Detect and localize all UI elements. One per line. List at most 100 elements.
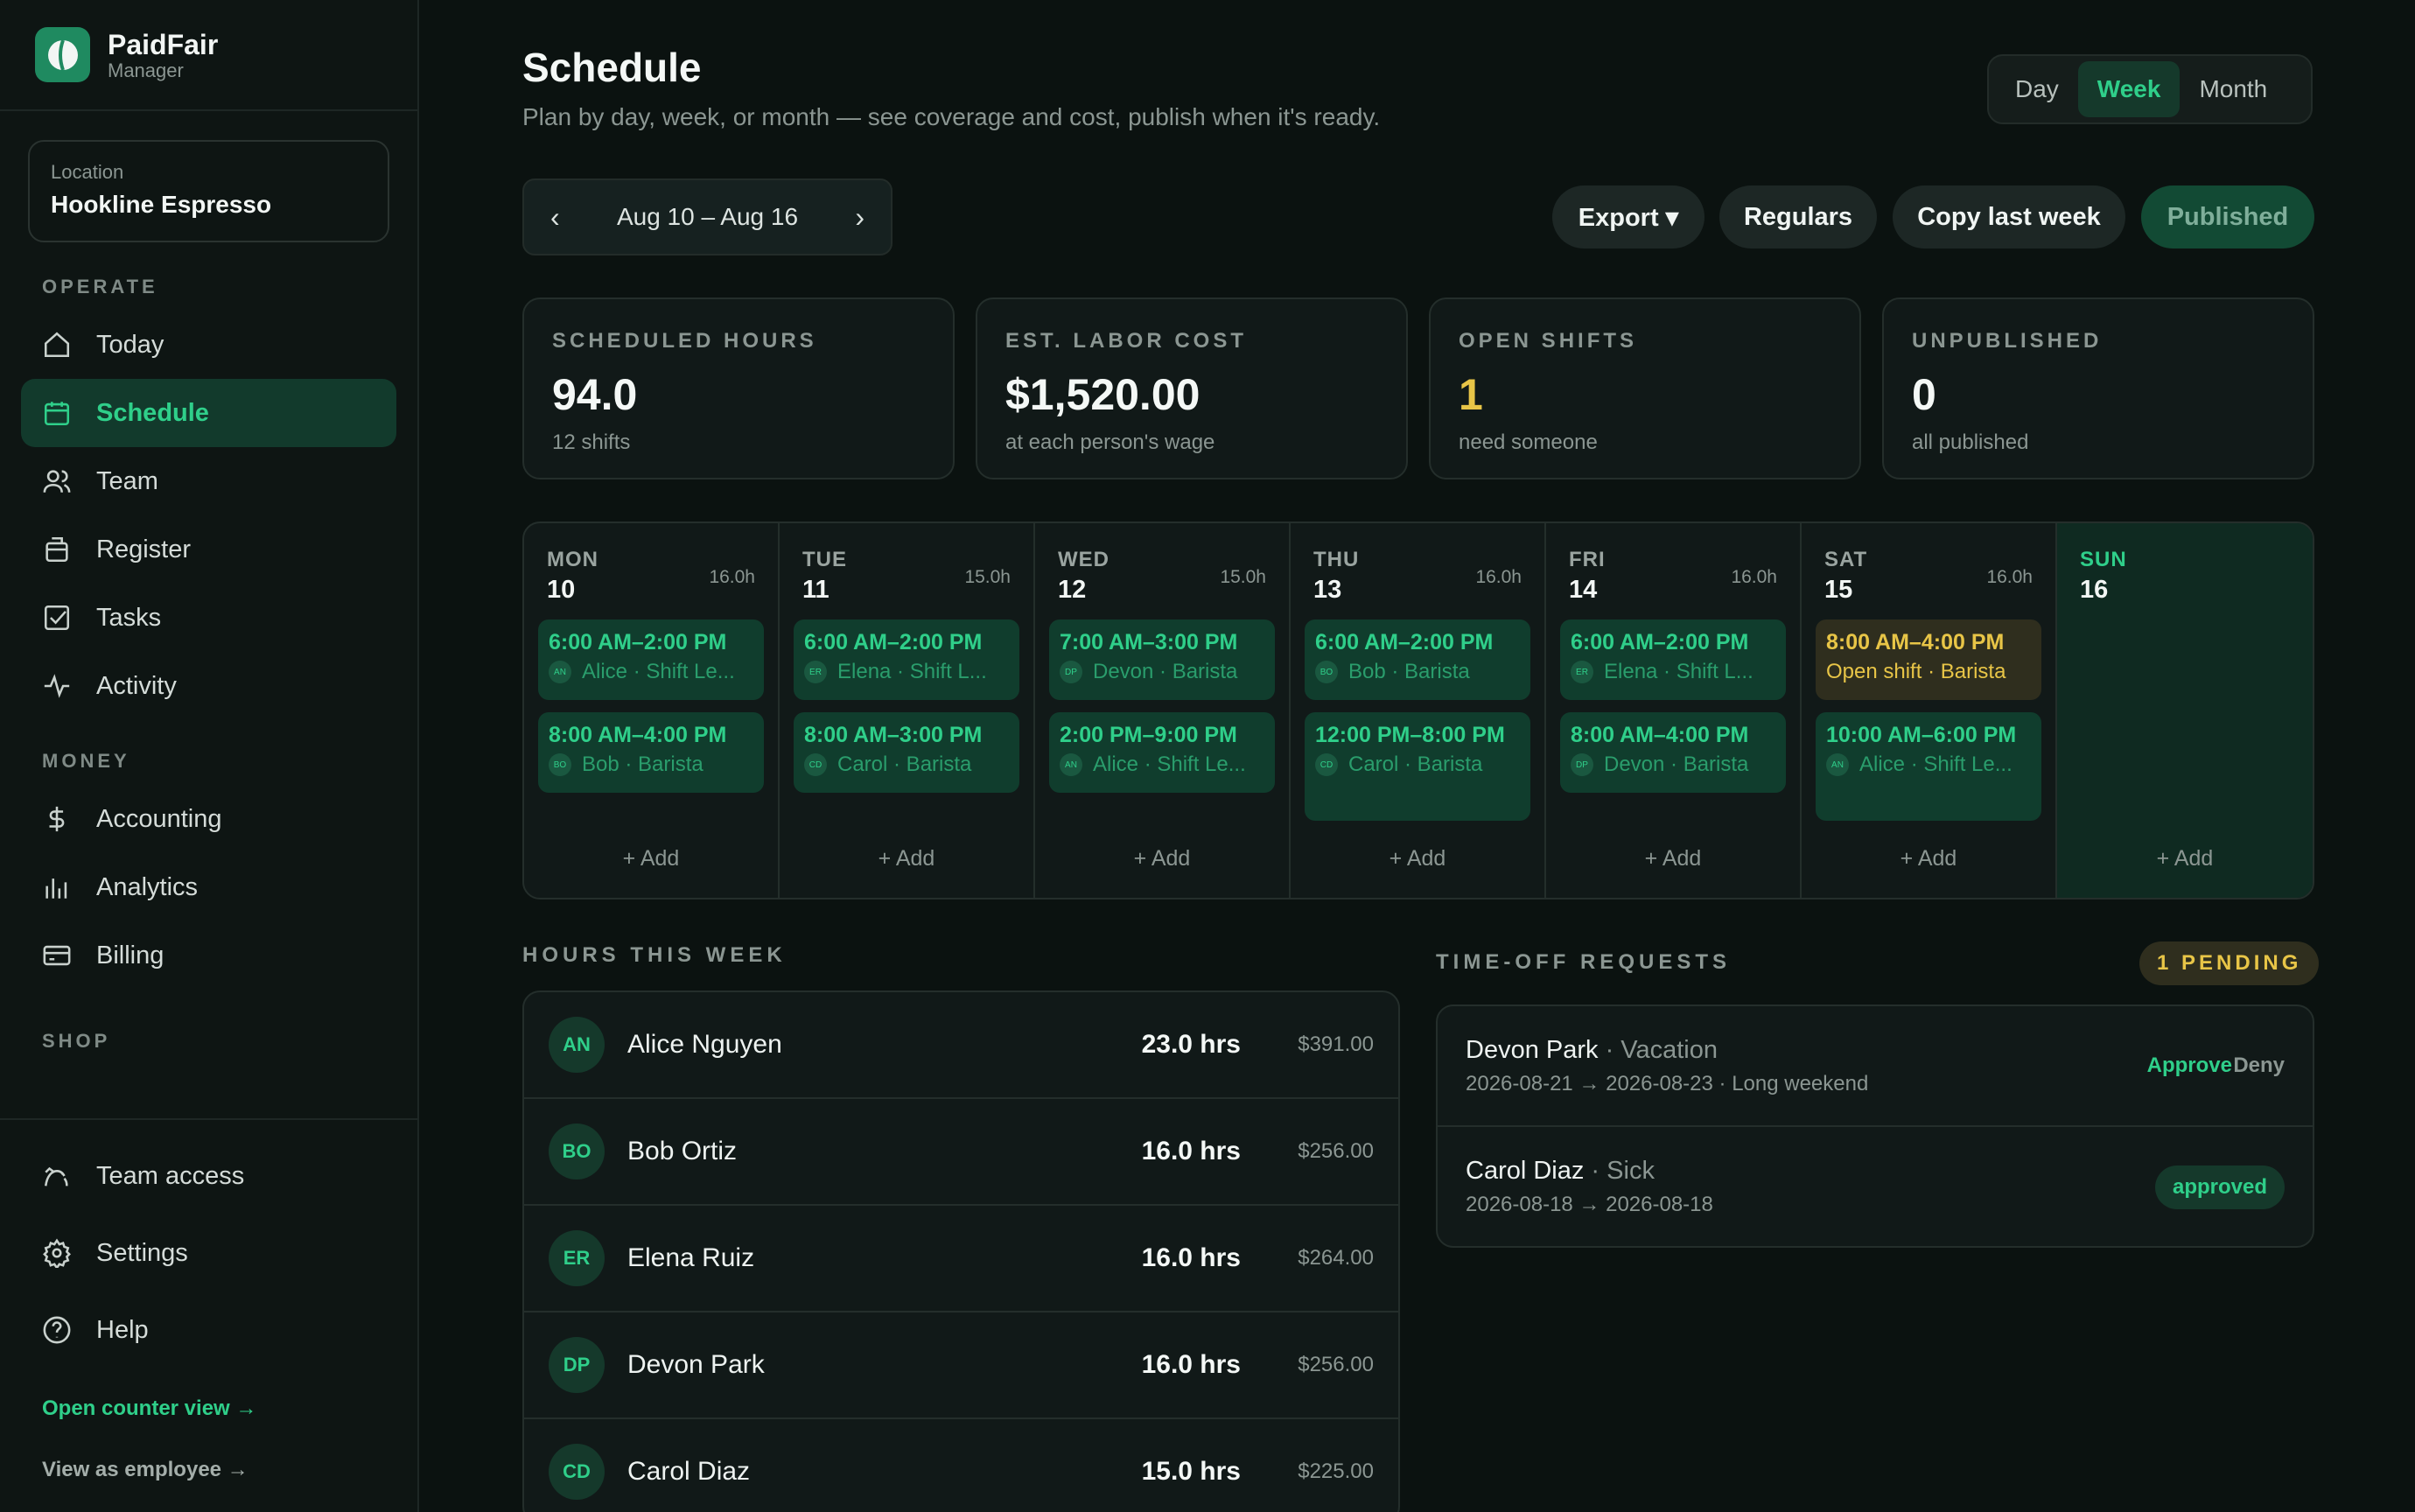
shift-card[interactable]: 8:00 AM–4:00 PM DP Devon · Barista bbox=[1560, 712, 1786, 793]
avatar: BO bbox=[549, 1124, 605, 1180]
sidebar-item-analytics[interactable]: Analytics bbox=[21, 853, 396, 921]
table-row[interactable]: ER Elena Ruiz 16.0 hrs $264.00 bbox=[524, 1206, 1398, 1312]
sidebar-item-settings[interactable]: Settings bbox=[21, 1214, 396, 1292]
shift-card[interactable]: 10:00 AM–6:00 PM AN Alice · Shift Le... bbox=[1816, 712, 2041, 821]
employee-name: Elena Ruiz bbox=[627, 1243, 755, 1272]
day-name: FRI bbox=[1569, 548, 1606, 571]
day-column-sun: SUN 16 + Add bbox=[2057, 523, 2313, 898]
page-subtitle: Plan by day, week, or month — see covera… bbox=[522, 103, 1381, 130]
shift-time: 7:00 AM–3:00 PM bbox=[1060, 630, 1238, 654]
approve-button[interactable]: Approve bbox=[2147, 1054, 2232, 1078]
stat-sub: 12 shifts bbox=[552, 430, 631, 454]
view-switcher: Day Week Month bbox=[1987, 54, 2313, 124]
shift-card[interactable]: 8:00 AM–3:00 PM CD Carol · Barista bbox=[794, 712, 1019, 793]
sidebar-item-schedule[interactable]: Schedule bbox=[21, 379, 396, 447]
avatar: BO bbox=[549, 753, 571, 776]
credit-card-icon bbox=[43, 945, 71, 966]
day-name: THU bbox=[1313, 548, 1360, 571]
day-number: 15 bbox=[1824, 576, 1853, 604]
employee-hours: 16.0 hrs bbox=[1141, 1137, 1241, 1166]
sidebar-item-label: Team access bbox=[96, 1161, 245, 1190]
shift-time: 12:00 PM–8:00 PM bbox=[1315, 723, 1505, 747]
add-shift-button[interactable]: + Add bbox=[1291, 846, 1544, 872]
stat-value: $1,520.00 bbox=[1005, 370, 1200, 419]
table-row[interactable]: BO Bob Ortiz 16.0 hrs $256.00 bbox=[524, 1099, 1398, 1206]
export-button[interactable]: Export ▾ bbox=[1552, 186, 1704, 248]
add-shift-button[interactable]: + Add bbox=[2057, 846, 2313, 872]
view-week-button[interactable]: Week bbox=[2077, 61, 2180, 117]
sidebar: PaidFair Manager Location Hookline Espre… bbox=[0, 0, 419, 1512]
gear-icon bbox=[43, 1238, 71, 1268]
section-operate: OPERATE bbox=[42, 276, 158, 298]
view-month-button[interactable]: Month bbox=[2180, 61, 2286, 117]
sidebar-item-today[interactable]: Today bbox=[21, 311, 396, 379]
day-number: 10 bbox=[547, 576, 576, 604]
published-button[interactable]: Published bbox=[2141, 186, 2314, 248]
shift-card[interactable]: 12:00 PM–8:00 PM CD Carol · Barista bbox=[1305, 712, 1530, 821]
add-shift-button[interactable]: + Add bbox=[524, 846, 778, 872]
bar-chart-icon bbox=[46, 878, 67, 899]
day-number: 11 bbox=[802, 576, 830, 604]
sidebar-item-help[interactable]: Help bbox=[21, 1292, 396, 1368]
employee-cost: $256.00 bbox=[1298, 1139, 1374, 1163]
table-row[interactable]: AN Alice Nguyen 23.0 hrs $391.00 bbox=[524, 992, 1398, 1099]
avatar: BO bbox=[1315, 661, 1338, 683]
stat-card-unpublished: UNPUBLISHED 0 all published bbox=[1882, 298, 2314, 480]
location-selector[interactable]: Location Hookline Espresso bbox=[28, 140, 389, 242]
day-name: MON bbox=[547, 548, 598, 571]
sidebar-item-label: Settings bbox=[96, 1238, 188, 1267]
shift-time: 8:00 AM–3:00 PM bbox=[804, 723, 983, 747]
sidebar-item-activity[interactable]: Activity bbox=[21, 652, 396, 720]
location-label: Location bbox=[51, 161, 124, 183]
sidebar-item-team-access[interactable]: Team access bbox=[21, 1138, 396, 1214]
add-shift-button[interactable]: + Add bbox=[1802, 846, 2055, 872]
shift-person: Devon · Barista bbox=[1093, 660, 1238, 683]
brand[interactable]: PaidFair Manager bbox=[0, 0, 417, 111]
shift-person: Alice · Shift Le... bbox=[1859, 752, 2012, 776]
add-shift-button[interactable]: + Add bbox=[1035, 846, 1289, 872]
stat-card-labor-cost: EST. LABOR COST $1,520.00 at each person… bbox=[976, 298, 1408, 480]
sidebar-item-tasks[interactable]: Tasks bbox=[21, 584, 396, 652]
copy-last-week-button[interactable]: Copy last week bbox=[1893, 186, 2125, 248]
sidebar-item-team[interactable]: Team bbox=[21, 447, 396, 515]
day-hours: 16.0h bbox=[1986, 567, 2033, 587]
shift-card[interactable]: 8:00 AM–4:00 PM BO Bob · Barista bbox=[538, 712, 764, 793]
shift-person: Elena · Shift L... bbox=[837, 660, 987, 683]
prev-week-button[interactable]: ‹ bbox=[550, 201, 560, 234]
sidebar-item-billing[interactable]: Billing bbox=[21, 921, 396, 990]
pending-badge: 1 PENDING bbox=[2139, 942, 2320, 985]
shift-card[interactable]: 6:00 AM–2:00 PM ER Elena · Shift L... bbox=[794, 620, 1019, 700]
sidebar-item-accounting[interactable]: Accounting bbox=[21, 785, 396, 853]
next-week-button[interactable]: › bbox=[855, 201, 864, 234]
calendar-icon bbox=[44, 402, 70, 426]
employee-hours: 23.0 hrs bbox=[1141, 1030, 1241, 1059]
shift-person: Devon · Barista bbox=[1604, 752, 1749, 776]
employee-name: Bob Ortiz bbox=[627, 1137, 738, 1166]
sidebar-item-register[interactable]: Register bbox=[21, 515, 396, 584]
open-counter-view-link[interactable]: Open counter view → bbox=[0, 1396, 417, 1421]
stat-card-scheduled-hours: SCHEDULED HOURS 94.0 12 shifts bbox=[522, 298, 955, 480]
day-number: 16 bbox=[2080, 576, 2109, 604]
deny-button[interactable]: Deny bbox=[2233, 1054, 2285, 1078]
add-shift-button[interactable]: + Add bbox=[780, 846, 1033, 872]
shift-time: 6:00 AM–2:00 PM bbox=[549, 630, 727, 654]
employee-cost: $256.00 bbox=[1298, 1353, 1374, 1376]
table-row[interactable]: CD Carol Diaz 15.0 hrs $225.00 bbox=[524, 1419, 1398, 1512]
shift-person: Alice · Shift Le... bbox=[1093, 752, 1246, 776]
shift-card[interactable]: 6:00 AM–2:00 PM AN Alice · Shift Le... bbox=[538, 620, 764, 700]
shift-card[interactable]: 7:00 AM–3:00 PM DP Devon · Barista bbox=[1049, 620, 1275, 700]
sidebar-item-label: Activity bbox=[96, 671, 177, 700]
view-day-button[interactable]: Day bbox=[1996, 61, 2078, 117]
shift-card[interactable]: 2:00 PM–9:00 PM AN Alice · Shift Le... bbox=[1049, 712, 1275, 793]
request-kind: Sick bbox=[1606, 1157, 1655, 1185]
view-as-employee-link[interactable]: View as employee → bbox=[0, 1458, 417, 1482]
avatar: AN bbox=[549, 661, 571, 683]
open-shift-card[interactable]: 8:00 AM–4:00 PM Open shift · Barista bbox=[1816, 620, 2041, 700]
regulars-button[interactable]: Regulars bbox=[1719, 186, 1877, 248]
brand-name: PaidFair bbox=[108, 28, 219, 60]
shift-card[interactable]: 6:00 AM–2:00 PM ER Elena · Shift L... bbox=[1560, 620, 1786, 700]
shift-card[interactable]: 6:00 AM–2:00 PM BO Bob · Barista bbox=[1305, 620, 1530, 700]
add-shift-button[interactable]: + Add bbox=[1546, 846, 1800, 872]
table-row[interactable]: DP Devon Park 16.0 hrs $256.00 bbox=[524, 1312, 1398, 1419]
day-hours: 15.0h bbox=[964, 567, 1011, 587]
